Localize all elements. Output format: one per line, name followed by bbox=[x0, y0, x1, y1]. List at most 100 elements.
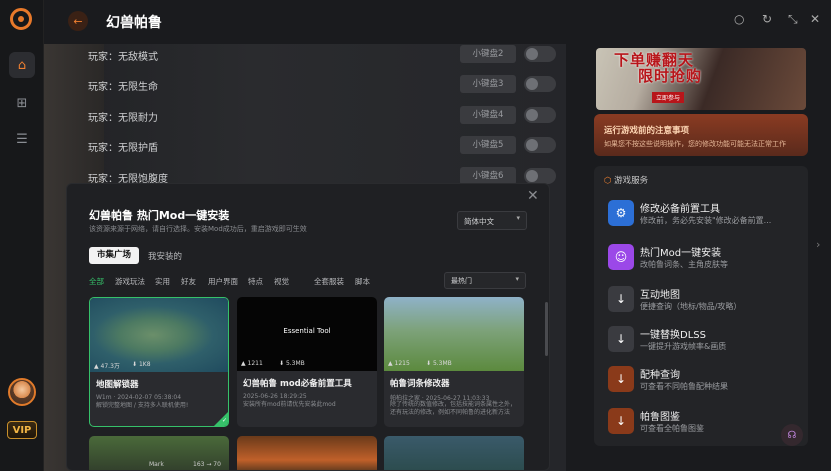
file-size: ⬇ 5.3MB bbox=[279, 360, 305, 367]
dlss-icon: ↓ bbox=[608, 326, 634, 352]
service-title: 配种查询 bbox=[640, 370, 680, 381]
card-meta: 2025-06-26 18:29:25 bbox=[243, 393, 307, 400]
option-toggle[interactable] bbox=[524, 107, 556, 123]
game-services: ⬡ 游戏服务 ⚙ 修改必备前置工具 修改前，务必先安装"修改必备前置... ☺ … bbox=[594, 166, 808, 446]
close-icon[interactable]: ✕ bbox=[810, 12, 820, 26]
checkmark-icon: ✓ bbox=[214, 412, 228, 426]
service-item[interactable]: ↓ 互动地图 便捷查询（地标/物品/攻略） bbox=[606, 284, 802, 324]
option-row: 玩家：无限耐力 小键盘4 bbox=[44, 105, 566, 127]
category-gameplay[interactable]: 游戏玩法 bbox=[115, 276, 145, 287]
circle-icon[interactable]: ○ bbox=[734, 12, 744, 26]
option-row: 玩家：无敌模式 小键盘2 bbox=[44, 44, 566, 66]
service-item[interactable]: ↓ 帕鲁图鉴 可查看全帕鲁图鉴 bbox=[606, 406, 802, 446]
category-utility[interactable]: 实用 bbox=[155, 276, 170, 287]
service-title: 修改必备前置工具 bbox=[640, 204, 720, 215]
scrollbar[interactable] bbox=[545, 302, 548, 356]
service-title: 一键替换DLSS bbox=[640, 330, 706, 341]
service-item[interactable]: ↓ 一键替换DLSS 一键提升游戏帧率&画质 bbox=[606, 324, 802, 364]
service-desc: 便捷查询（地标/物品/攻略） bbox=[640, 302, 742, 311]
category-scripts[interactable]: 脚本 bbox=[355, 276, 370, 287]
service-desc: 可查看不同帕鲁配种结果 bbox=[640, 382, 728, 391]
headset-icon[interactable]: ☊ bbox=[781, 424, 803, 446]
option-label: 玩家：无限生命 bbox=[88, 82, 158, 93]
option-toggle[interactable] bbox=[524, 46, 556, 62]
category-all[interactable]: 全部 bbox=[89, 276, 104, 287]
service-item[interactable]: ↓ 配种查询 可查看不同帕鲁配种结果 bbox=[606, 364, 802, 404]
category-friends[interactable]: 好友 bbox=[181, 276, 196, 287]
option-toggle[interactable] bbox=[524, 76, 556, 92]
promo-banner[interactable]: 下单赚翻天 限时抢购 立即参与 bbox=[596, 48, 806, 110]
avatar[interactable] bbox=[8, 378, 36, 406]
service-title: 互动地图 bbox=[640, 290, 680, 301]
close-icon[interactable]: ✕ bbox=[527, 188, 539, 204]
hotkey-button[interactable]: 小键盘3 bbox=[460, 75, 516, 93]
card-label: 163 → 70 bbox=[193, 461, 221, 468]
service-desc: 可查看全帕鲁图鉴 bbox=[640, 424, 704, 433]
hotkey-button[interactable]: 小键盘2 bbox=[460, 45, 516, 63]
notice-card[interactable]: 运行游戏前的注意事项 如果您不按这些说明操作，您的修改功能可能无法正常工作 bbox=[594, 114, 808, 156]
back-button[interactable]: ← bbox=[68, 11, 88, 31]
chevron-right-icon[interactable]: › bbox=[816, 238, 820, 251]
app-logo-icon bbox=[10, 8, 32, 30]
thumbnail-text: Essential Tool bbox=[283, 327, 331, 335]
modal-title: 幻兽帕鲁 热门Mod一键安装 bbox=[89, 209, 230, 222]
breed-icon: ↓ bbox=[608, 366, 634, 392]
card-title: 帕鲁词条修改器 bbox=[390, 379, 450, 389]
option-toggle[interactable] bbox=[524, 137, 556, 153]
book-icon: ↓ bbox=[608, 408, 634, 434]
chevron-down-icon: ▾ bbox=[515, 275, 519, 283]
category-outfits[interactable]: 全套服装 bbox=[314, 276, 344, 287]
likes-count: ▲ 47.3万 bbox=[94, 363, 120, 370]
card-label: Mark bbox=[149, 461, 164, 468]
database-icon[interactable]: ☰ bbox=[9, 126, 35, 152]
service-item[interactable]: ⚙ 修改必备前置工具 修改前，务必先安装"修改必备前置... bbox=[606, 198, 802, 238]
service-item[interactable]: ☺ 热门Mod一键安装 改帕鲁词条、主角皮肤等 bbox=[606, 242, 802, 282]
gamepad-icon[interactable]: ⊞ bbox=[9, 90, 35, 116]
page-title: 幻兽帕鲁 bbox=[106, 15, 162, 31]
category-features[interactable]: 特点 bbox=[248, 276, 263, 287]
card-desc: 安装所有mod前请优先安装此mod bbox=[243, 401, 336, 408]
hotkey-button[interactable]: 小键盘5 bbox=[460, 136, 516, 154]
option-label: 玩家：无限耐力 bbox=[88, 113, 158, 124]
likes-count: ▲ 1215 bbox=[388, 360, 410, 367]
file-size: ⬇ 5.3MB bbox=[426, 360, 452, 367]
services-title: ⬡ 游戏服务 bbox=[604, 176, 649, 186]
mod-card[interactable]: Essential Tool ▲ 1211 ⬇ 5.3MB 幻兽帕鲁 mod必备… bbox=[237, 297, 377, 427]
vip-badge[interactable]: VIP bbox=[7, 421, 37, 439]
option-toggle[interactable] bbox=[524, 168, 556, 184]
service-desc: 改帕鲁词条、主角皮肤等 bbox=[640, 260, 728, 269]
notice-title: 运行游戏前的注意事项 bbox=[604, 126, 690, 136]
download-count: ⬇ 1K8 bbox=[132, 361, 151, 368]
sort-select[interactable]: 最热门 ▾ bbox=[444, 272, 526, 289]
service-title: 热门Mod一键安装 bbox=[640, 248, 722, 259]
mod-icon: ☺ bbox=[608, 244, 634, 270]
notice-desc: 如果您不按这些说明操作，您的修改功能可能无法正常工作 bbox=[604, 140, 786, 148]
minimize-icon[interactable]: ⤡ bbox=[788, 12, 798, 27]
card-title: 地图解锁器 bbox=[96, 380, 139, 390]
likes-count: ▲ 1211 bbox=[241, 360, 263, 367]
hotkey-button[interactable]: 小键盘4 bbox=[460, 106, 516, 124]
mod-card[interactable] bbox=[384, 436, 524, 470]
refresh-icon[interactable]: ↻ bbox=[762, 12, 772, 26]
language-select[interactable]: 简体中文 ▾ bbox=[457, 211, 527, 230]
map-icon: ↓ bbox=[608, 286, 634, 312]
mod-card[interactable]: ▲ 1215 ⬇ 5.3MB 帕鲁词条修改器 帕柏拉之家 · 2025-06-2… bbox=[384, 297, 524, 427]
card-meta: W1m · 2024-02-07 05:38:04 bbox=[96, 394, 182, 401]
tab-market[interactable]: 市集广场 bbox=[89, 247, 139, 264]
service-title: 帕鲁图鉴 bbox=[640, 412, 680, 423]
option-row: 玩家：无限生命 小键盘3 bbox=[44, 74, 566, 96]
tools-icon: ⚙ bbox=[608, 200, 634, 226]
mod-install-modal: ✕ 幻兽帕鲁 热门Mod一键安装 该资源来源于网络，请自行选择。安装Mod成功后… bbox=[66, 183, 550, 471]
mod-card[interactable]: Mark 163 → 70 bbox=[89, 436, 229, 470]
topbar: ← 幻兽帕鲁 ○ ↻ ⤡ ✕ bbox=[44, 0, 831, 44]
card-desc: 除了传统的数值修改，包括技能词条属性之外，还有玩法的修改，例如不同帕鲁的进化新方… bbox=[390, 401, 517, 416]
mod-card[interactable] bbox=[237, 436, 377, 470]
category-visual[interactable]: 视觉 bbox=[274, 276, 289, 287]
category-ui[interactable]: 用户界面 bbox=[208, 276, 238, 287]
tab-installed[interactable]: 我安装的 bbox=[148, 250, 182, 262]
home-icon[interactable]: ⌂ bbox=[9, 52, 35, 78]
card-desc: 解锁完整地图 / 支持多人联机使用! bbox=[96, 402, 189, 409]
service-desc: 一键提升游戏帧率&画质 bbox=[640, 342, 727, 351]
mod-card[interactable]: ▲ 47.3万 ⬇ 1K8 地图解锁器 W1m · 2024-02-07 05:… bbox=[89, 297, 229, 427]
banner-title: 下单赚翻天 限时抢购 bbox=[614, 51, 703, 85]
